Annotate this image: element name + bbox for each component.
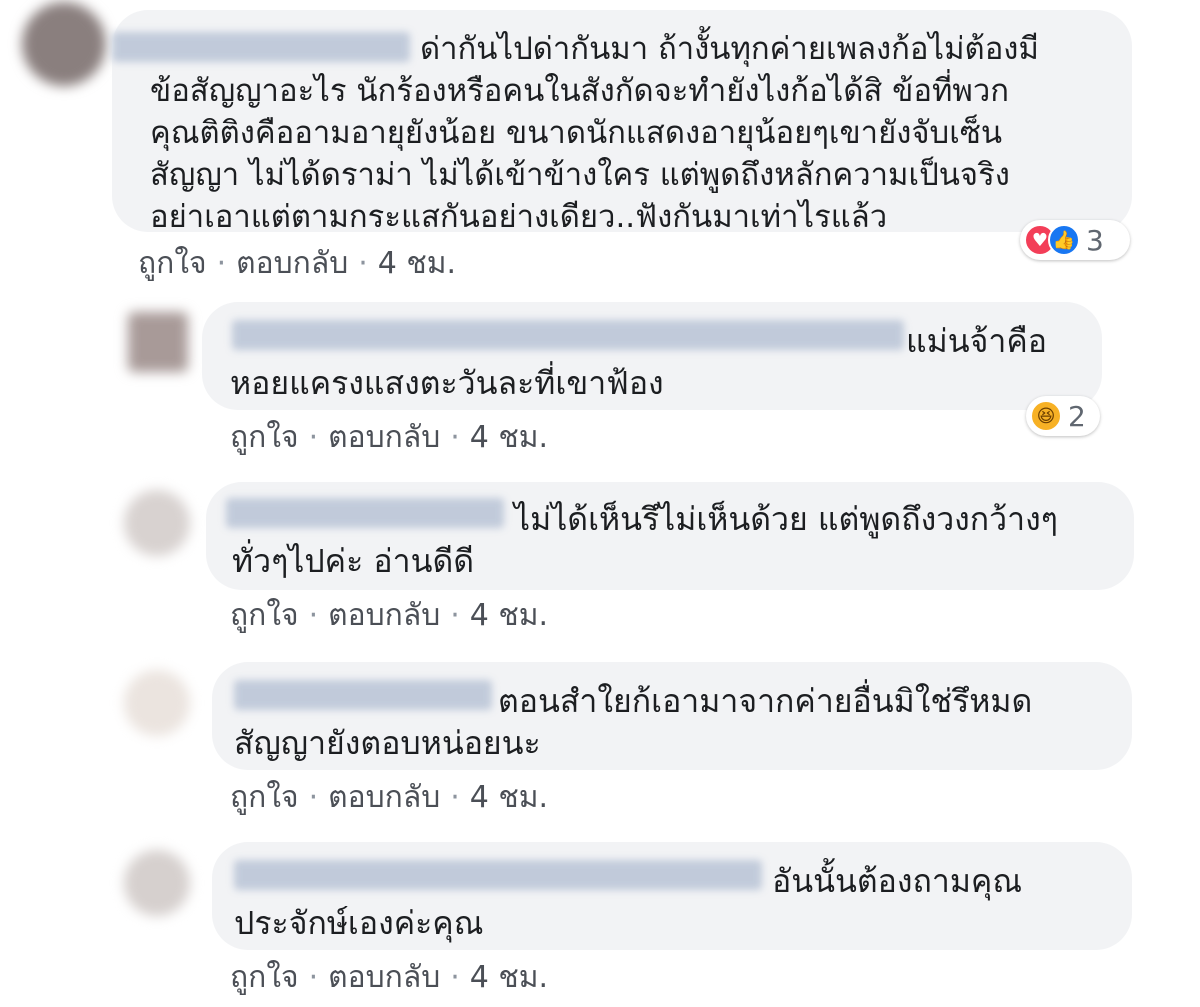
timestamp[interactable]: 4 ชม. [470, 780, 548, 815]
comment-actions: ถูกใจ · ตอบกลับ · 4 ชม. [230, 774, 548, 821]
separator: · [450, 420, 460, 455]
comment-bubble: ตอนสำใยก้เอามาจากค่ายอื่นมิใช่รึหมด สัญญ… [212, 662, 1132, 770]
like-button[interactable]: ถูกใจ [230, 598, 299, 633]
comment-bubble: อันนั้นต้องถามคุณ ประจักษ์เองค่ะคุณ [212, 842, 1132, 950]
timestamp[interactable]: 4 ชม. [378, 246, 456, 281]
reply-button[interactable]: ตอบกลับ [328, 780, 440, 815]
separator: · [308, 780, 319, 815]
like-button[interactable]: ถูกใจ [230, 780, 299, 815]
like-icon: 👍 [1048, 224, 1080, 256]
reaction-summary[interactable]: ♥ 👍 3 [1020, 220, 1130, 260]
comment-actions: ถูกใจ · ตอบกลับ · 4 ชม. [230, 954, 548, 1001]
comment-text: อันนั้นต้องถามคุณ ประจักษ์เองค่ะคุณ [234, 862, 1022, 942]
comment-actions: ถูกใจ · ตอบกลับ · 4 ชม. [230, 592, 548, 639]
haha-icon: 😆 [1030, 400, 1062, 432]
timestamp[interactable]: 4 ชม. [470, 420, 548, 455]
like-button[interactable]: ถูกใจ [230, 420, 299, 455]
comment-actions: ถูกใจ · ตอบกลับ · 4 ชม. [138, 240, 456, 287]
comment-text: ไม่ได้เห็นรึไม่เห็นด้วย แต่พูดถึงวงกว้าง… [232, 500, 1058, 580]
avatar[interactable] [128, 312, 188, 372]
reaction-count: 2 [1068, 399, 1086, 433]
separator: · [308, 598, 319, 633]
avatar[interactable] [22, 2, 106, 86]
separator: · [216, 246, 227, 281]
separator: · [450, 598, 460, 633]
timestamp[interactable]: 4 ชม. [470, 960, 548, 995]
avatar[interactable] [124, 670, 190, 736]
reply-button[interactable]: ตอบกลับ [236, 246, 348, 281]
comment-actions: ถูกใจ · ตอบกลับ · 4 ชม. [230, 414, 548, 461]
comment-bubble: แม่นจ้าคือ หอยแครงแสงตะวันละที่เขาฟ้อง [202, 302, 1102, 410]
separator: · [358, 246, 368, 281]
reaction-summary[interactable]: 😆 2 [1026, 396, 1100, 436]
timestamp[interactable]: 4 ชม. [470, 598, 548, 633]
like-button[interactable]: ถูกใจ [230, 960, 299, 995]
comment-bubble: ไม่ได้เห็นรึไม่เห็นด้วย แต่พูดถึงวงกว้าง… [206, 482, 1134, 590]
comment-bubble: ด่ากันไปด่ากันมา ถ้างั้นทุกค่ายเพลงก้อไม… [112, 10, 1132, 235]
comment-text: ตอนสำใยก้เอามาจากค่ายอื่นมิใช่รึหมด สัญญ… [234, 682, 1033, 762]
avatar[interactable] [124, 850, 190, 916]
separator: · [450, 960, 460, 995]
reply-button[interactable]: ตอบกลับ [328, 420, 440, 455]
separator: · [308, 960, 319, 995]
reply-button[interactable]: ตอบกลับ [328, 960, 440, 995]
separator: · [308, 420, 319, 455]
reply-button[interactable]: ตอบกลับ [328, 598, 440, 633]
comment-text: ด่ากันไปด่ากันมา ถ้างั้นทุกค่ายเพลงก้อไม… [150, 31, 1039, 235]
like-button[interactable]: ถูกใจ [138, 246, 207, 281]
comment-text: แม่นจ้าคือ หอยแครงแสงตะวันละที่เขาฟ้อง [230, 322, 1047, 402]
separator: · [450, 780, 460, 815]
avatar[interactable] [124, 490, 190, 556]
reaction-count: 3 [1086, 223, 1104, 257]
